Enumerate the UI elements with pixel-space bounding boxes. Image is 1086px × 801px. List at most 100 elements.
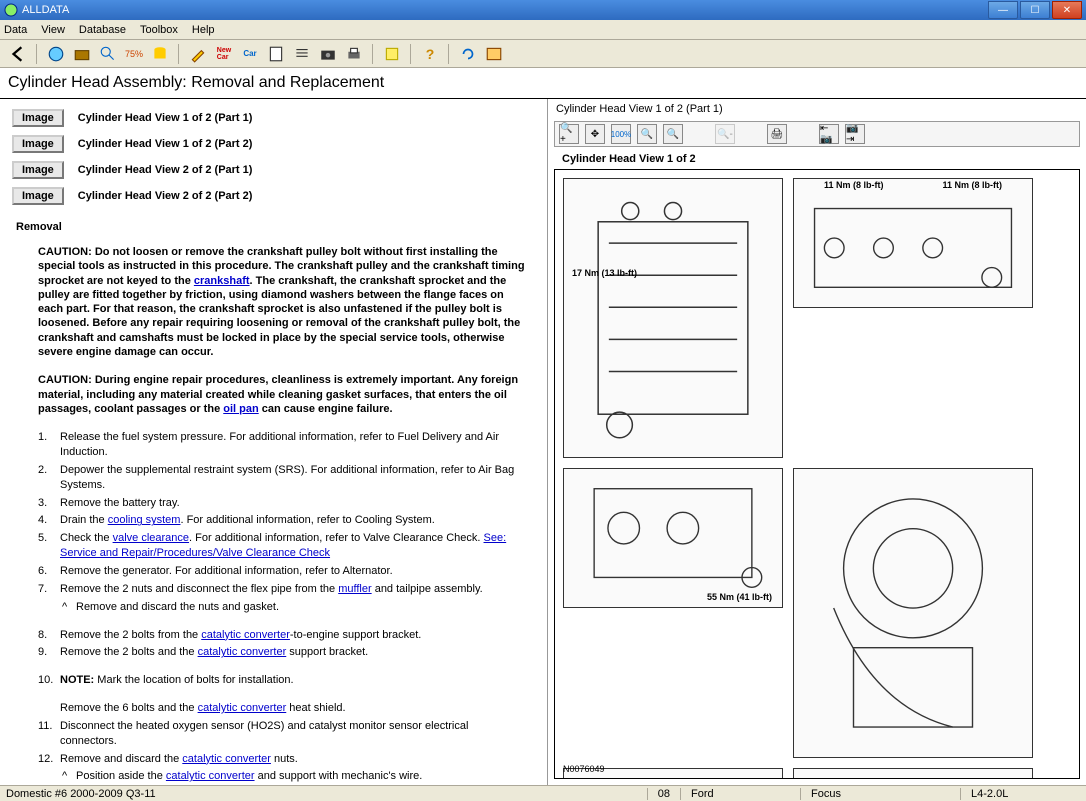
cooling-system-link[interactable]: cooling system (108, 514, 181, 526)
image-button-2[interactable]: Image (12, 135, 64, 153)
titlebar: ALLDATA — ☐ ✕ (0, 0, 1086, 20)
right-tab-title: Cylinder Head View 1 of 2 (Part 1) (548, 99, 1086, 119)
removal-heading: Removal (16, 221, 535, 233)
step-6: Remove the generator. For additional inf… (60, 564, 535, 579)
step-9: Remove the 2 bolts and the catalytic con… (60, 645, 535, 660)
catalytic-converter-link-5[interactable]: catalytic converter (166, 770, 255, 782)
catalytic-converter-link-2[interactable]: catalytic converter (198, 646, 287, 658)
valve-clearance-link[interactable]: valve clearance (113, 532, 189, 544)
step-2: Depower the supplemental restraint syste… (60, 463, 535, 493)
search-sparkle-icon[interactable] (98, 44, 118, 64)
diagram-area[interactable]: 17 Nm (13 lb-ft) 11 Nm (8 lb-ft) 11 Nm (… (554, 169, 1080, 779)
folder-icon[interactable] (72, 44, 92, 64)
prev-image-icon[interactable]: ⇤📷 (819, 124, 839, 144)
app-icon (4, 3, 18, 17)
step-7-sub: Remove and discard the nuts and gasket. (76, 600, 535, 615)
status-bar: Domestic #6 2000-2009 Q3-11 08 Ford Focu… (0, 785, 1086, 801)
page-icon[interactable] (266, 44, 286, 64)
pencil-icon[interactable] (188, 44, 208, 64)
right-pane: Cylinder Head View 1 of 2 (Part 1) 🔍+ ✥ … (548, 99, 1086, 785)
zoom-out-icon[interactable]: 🔍- (715, 124, 735, 144)
close-button[interactable]: ✕ (1052, 1, 1082, 19)
footer-engine: L4-2.0L (960, 788, 1080, 800)
world-icon[interactable] (46, 44, 66, 64)
menu-toolbox[interactable]: Toolbox (140, 24, 178, 36)
menu-database[interactable]: Database (79, 24, 126, 36)
caution-1-post: . The crankshaft, the crankshaft sprocke… (38, 275, 520, 358)
lines-icon[interactable] (292, 44, 312, 64)
note-icon[interactable] (382, 44, 402, 64)
image-button-1[interactable]: Image (12, 109, 64, 127)
step-8: Remove the 2 bolts from the catalytic co… (60, 628, 535, 643)
locator-icon[interactable] (484, 44, 504, 64)
zoom-fit-icon[interactable]: 🔍 (663, 124, 683, 144)
caution-1: CAUTION: Do not loosen or remove the cra… (38, 245, 529, 359)
step-7: Remove the 2 nuts and disconnect the fle… (60, 582, 535, 597)
caution-2-post: can cause engine failure. (259, 403, 393, 415)
image-label-4: Cylinder Head View 2 of 2 (Part 2) (78, 190, 253, 202)
step-12: Remove and discard the catalytic convert… (60, 752, 535, 767)
diagram-title: Cylinder Head View 1 of 2 (548, 149, 1086, 169)
step-10: NOTE: Mark the location of bolts for ins… (60, 673, 535, 688)
main-content: Image Cylinder Head View 1 of 2 (Part 1)… (0, 99, 1086, 785)
image-button-3[interactable]: Image (12, 161, 64, 179)
page-title: Cylinder Head Assembly: Removal and Repl… (0, 68, 1086, 99)
torque-55nm: 55 Nm (41 lb-ft) (707, 593, 772, 603)
diagram-id: N0076049 (563, 764, 605, 774)
window-title: ALLDATA (22, 4, 986, 16)
step-12-sub1: Position aside the catalytic converter a… (76, 769, 535, 784)
minimize-button[interactable]: — (988, 1, 1018, 19)
torque-11nm-b: 11 Nm (8 lb-ft) (942, 181, 1002, 191)
image-label-1: Cylinder Head View 1 of 2 (Part 1) (78, 112, 253, 124)
maximize-button[interactable]: ☐ (1020, 1, 1050, 19)
print-icon[interactable] (344, 44, 364, 64)
menu-data[interactable]: Data (4, 24, 27, 36)
step-11: Disconnect the heated oxygen sensor (HO2… (60, 719, 535, 749)
zoom-in-icon[interactable]: 🔍+ (559, 124, 579, 144)
camera-icon[interactable] (318, 44, 338, 64)
menubar: Data View Database Toolbox Help (0, 20, 1086, 40)
procedure-steps: 1.Release the fuel system pressure. For … (38, 430, 535, 785)
step-5: Check the valve clearance. For additiona… (60, 531, 535, 561)
menu-help[interactable]: Help (192, 24, 215, 36)
step-10b: Remove the 6 bolts and the catalytic con… (60, 701, 535, 716)
help-icon[interactable]: ? (420, 44, 440, 64)
crankshaft-link[interactable]: crankshaft (194, 275, 250, 287)
next-image-icon[interactable]: 📷⇥ (845, 124, 865, 144)
catalytic-converter-link-3[interactable]: catalytic converter (198, 702, 287, 714)
step-1: Release the fuel system pressure. For ad… (60, 430, 535, 460)
footer-db: Domestic #6 2000-2009 Q3-11 (6, 788, 156, 800)
new-car-icon[interactable]: NewCar (214, 44, 234, 64)
caution-2: CAUTION: During engine repair procedures… (38, 373, 529, 416)
torque-11nm-a: 11 Nm (8 lb-ft) (824, 181, 884, 191)
footer-make: Ford (680, 788, 800, 800)
oil-pan-link[interactable]: oil pan (223, 403, 258, 415)
muffler-link[interactable]: muffler (338, 583, 371, 595)
catalytic-converter-link-4[interactable]: catalytic converter (182, 753, 271, 765)
catalytic-converter-link-1[interactable]: catalytic converter (201, 629, 290, 641)
footer-year: 08 (647, 788, 680, 800)
db-icon[interactable] (150, 44, 170, 64)
torque-17nm: 17 Nm (13 lb-ft) (572, 269, 637, 279)
step-3: Remove the battery tray. (60, 496, 535, 511)
toolbar: 75% NewCar Car ? (0, 40, 1086, 68)
caution-label-2: CAUTION: (38, 374, 92, 386)
footer-model: Focus (800, 788, 960, 800)
image-label-2: Cylinder Head View 1 of 2 (Part 2) (78, 138, 253, 150)
pan-icon[interactable]: ✥ (585, 124, 605, 144)
menu-view[interactable]: View (41, 24, 65, 36)
image-label-3: Cylinder Head View 2 of 2 (Part 1) (78, 164, 253, 176)
refresh-icon[interactable] (458, 44, 478, 64)
step-4: Drain the cooling system. For additional… (60, 513, 535, 528)
left-pane: Image Cylinder Head View 1 of 2 (Part 1)… (0, 99, 548, 785)
back-icon[interactable] (8, 44, 28, 64)
car-icon[interactable]: Car (240, 44, 260, 64)
image-button-4[interactable]: Image (12, 187, 64, 205)
window-controls: — ☐ ✕ (986, 1, 1082, 19)
zoom-100-icon[interactable]: 100% (611, 124, 631, 144)
image-toolbar: 🔍+ ✥ 100% 🔍 🔍 🔍- 🖨 ⇤📷 📷⇥ (554, 121, 1080, 147)
zoom-tool-icon[interactable]: 🔍 (637, 124, 657, 144)
ratio-icon[interactable]: 75% (124, 44, 144, 64)
caution-label: CAUTION: (38, 246, 92, 258)
print-image-icon[interactable]: 🖨 (767, 124, 787, 144)
